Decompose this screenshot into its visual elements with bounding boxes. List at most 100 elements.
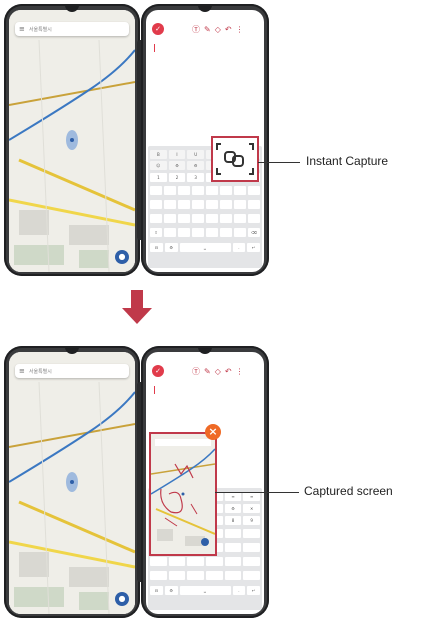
dot-key[interactable]: .	[232, 243, 246, 252]
key[interactable]	[206, 228, 218, 237]
key[interactable]	[168, 571, 186, 580]
space-key[interactable]: ␣	[179, 243, 231, 252]
key[interactable]	[206, 571, 223, 580]
key[interactable]	[248, 186, 260, 195]
backspace-key[interactable]: ⌫	[248, 228, 260, 237]
settings-key[interactable]: ⚙	[164, 243, 178, 252]
enter-key[interactable]: ↵	[247, 243, 260, 252]
italic-key[interactable]: I	[168, 150, 186, 159]
key[interactable]	[220, 200, 232, 209]
key[interactable]	[168, 557, 186, 566]
key[interactable]	[234, 186, 246, 195]
key[interactable]	[234, 200, 246, 209]
bold-key[interactable]: B	[150, 150, 167, 159]
map-search-bar[interactable]: ≡ 서울특별시	[15, 364, 129, 378]
key[interactable]: 3	[187, 173, 205, 182]
key[interactable]	[243, 557, 261, 566]
key[interactable]	[243, 529, 261, 538]
my-location-button[interactable]: ●	[115, 592, 129, 606]
left-screen-map[interactable]: ≡ 서울특별시 ●	[9, 352, 135, 614]
key[interactable]	[192, 186, 204, 195]
map-view[interactable]: ≡ 서울특별시 ●	[9, 10, 135, 272]
space-key[interactable]: ␣	[179, 586, 231, 595]
key[interactable]	[164, 228, 176, 237]
key[interactable]: 1	[150, 173, 167, 182]
pen-icon[interactable]: ✎	[204, 367, 211, 376]
key[interactable]: ✕	[243, 504, 261, 513]
key[interactable]: ⚙	[224, 504, 242, 513]
key[interactable]: ≡	[243, 492, 261, 501]
pen-icon[interactable]: ✎	[204, 25, 211, 34]
key[interactable]: 9	[243, 516, 261, 525]
key[interactable]	[150, 557, 167, 566]
shift-key[interactable]: ⇧	[150, 228, 162, 237]
key[interactable]: ≡	[224, 492, 242, 501]
menu-icon[interactable]: ≡	[19, 25, 25, 33]
settings-key[interactable]: ⚙	[164, 586, 178, 595]
eraser-icon[interactable]: ◇	[215, 25, 221, 34]
map-graphics	[9, 352, 135, 614]
undo-icon[interactable]: ↶	[225, 25, 232, 34]
symbol-key[interactable]: ⊟	[150, 243, 163, 252]
key[interactable]	[178, 214, 190, 223]
captured-screen-callout: Captured screen	[304, 484, 393, 498]
more-icon[interactable]: ⋮	[236, 25, 244, 34]
my-location-button[interactable]: ●	[115, 250, 129, 264]
key[interactable]	[248, 200, 260, 209]
map-search-bar[interactable]: ≡ 서울특별시	[15, 22, 129, 36]
more-icon[interactable]: ⋮	[236, 367, 244, 376]
key[interactable]	[234, 214, 246, 223]
key[interactable]	[187, 557, 205, 566]
close-capture-button[interactable]: ×	[205, 424, 221, 440]
key[interactable]	[224, 529, 242, 538]
key[interactable]	[178, 228, 190, 237]
key[interactable]	[248, 214, 260, 223]
key[interactable]	[164, 186, 176, 195]
key[interactable]	[150, 214, 162, 223]
key[interactable]	[234, 228, 246, 237]
key[interactable]	[164, 214, 176, 223]
key[interactable]	[220, 228, 232, 237]
key[interactable]: 8	[224, 516, 242, 525]
key[interactable]	[224, 571, 242, 580]
key[interactable]	[150, 571, 167, 580]
key[interactable]	[192, 200, 204, 209]
key[interactable]	[243, 543, 261, 552]
undo-icon[interactable]: ↶	[225, 367, 232, 376]
key[interactable]	[192, 228, 204, 237]
dot-key[interactable]: .	[232, 586, 246, 595]
enter-key[interactable]: ↵	[247, 586, 260, 595]
key[interactable]	[224, 543, 242, 552]
key[interactable]	[187, 571, 205, 580]
instant-capture-button[interactable]	[211, 136, 259, 182]
key[interactable]	[206, 186, 218, 195]
symbol-key[interactable]: ⊟	[150, 586, 163, 595]
key[interactable]	[178, 200, 190, 209]
key[interactable]	[178, 186, 190, 195]
tool-key[interactable]: ☺	[150, 161, 167, 170]
save-button[interactable]: ✓	[152, 365, 164, 377]
key[interactable]	[224, 557, 242, 566]
key[interactable]	[220, 186, 232, 195]
key[interactable]	[150, 186, 162, 195]
eraser-icon[interactable]: ◇	[215, 367, 221, 376]
text-icon[interactable]: Ⓣ	[192, 366, 200, 377]
text-icon[interactable]: Ⓣ	[192, 24, 200, 35]
key[interactable]	[243, 571, 261, 580]
tool-key[interactable]: ⚙	[187, 161, 205, 170]
underline-key[interactable]: U	[187, 150, 205, 159]
key[interactable]	[206, 557, 223, 566]
key[interactable]	[150, 200, 162, 209]
key[interactable]	[206, 214, 218, 223]
key[interactable]	[164, 200, 176, 209]
captured-screen-thumbnail[interactable]	[149, 432, 217, 556]
key[interactable]: 2	[168, 173, 186, 182]
key[interactable]	[220, 214, 232, 223]
save-button[interactable]: ✓	[152, 23, 164, 35]
menu-icon[interactable]: ≡	[19, 367, 25, 375]
key[interactable]	[206, 200, 218, 209]
map-view[interactable]: ≡ 서울특별시 ●	[9, 352, 135, 614]
tool-key[interactable]: ⚙	[168, 161, 186, 170]
key[interactable]	[192, 214, 204, 223]
left-screen-map[interactable]: ≡ 서울특별시 ●	[9, 10, 135, 272]
